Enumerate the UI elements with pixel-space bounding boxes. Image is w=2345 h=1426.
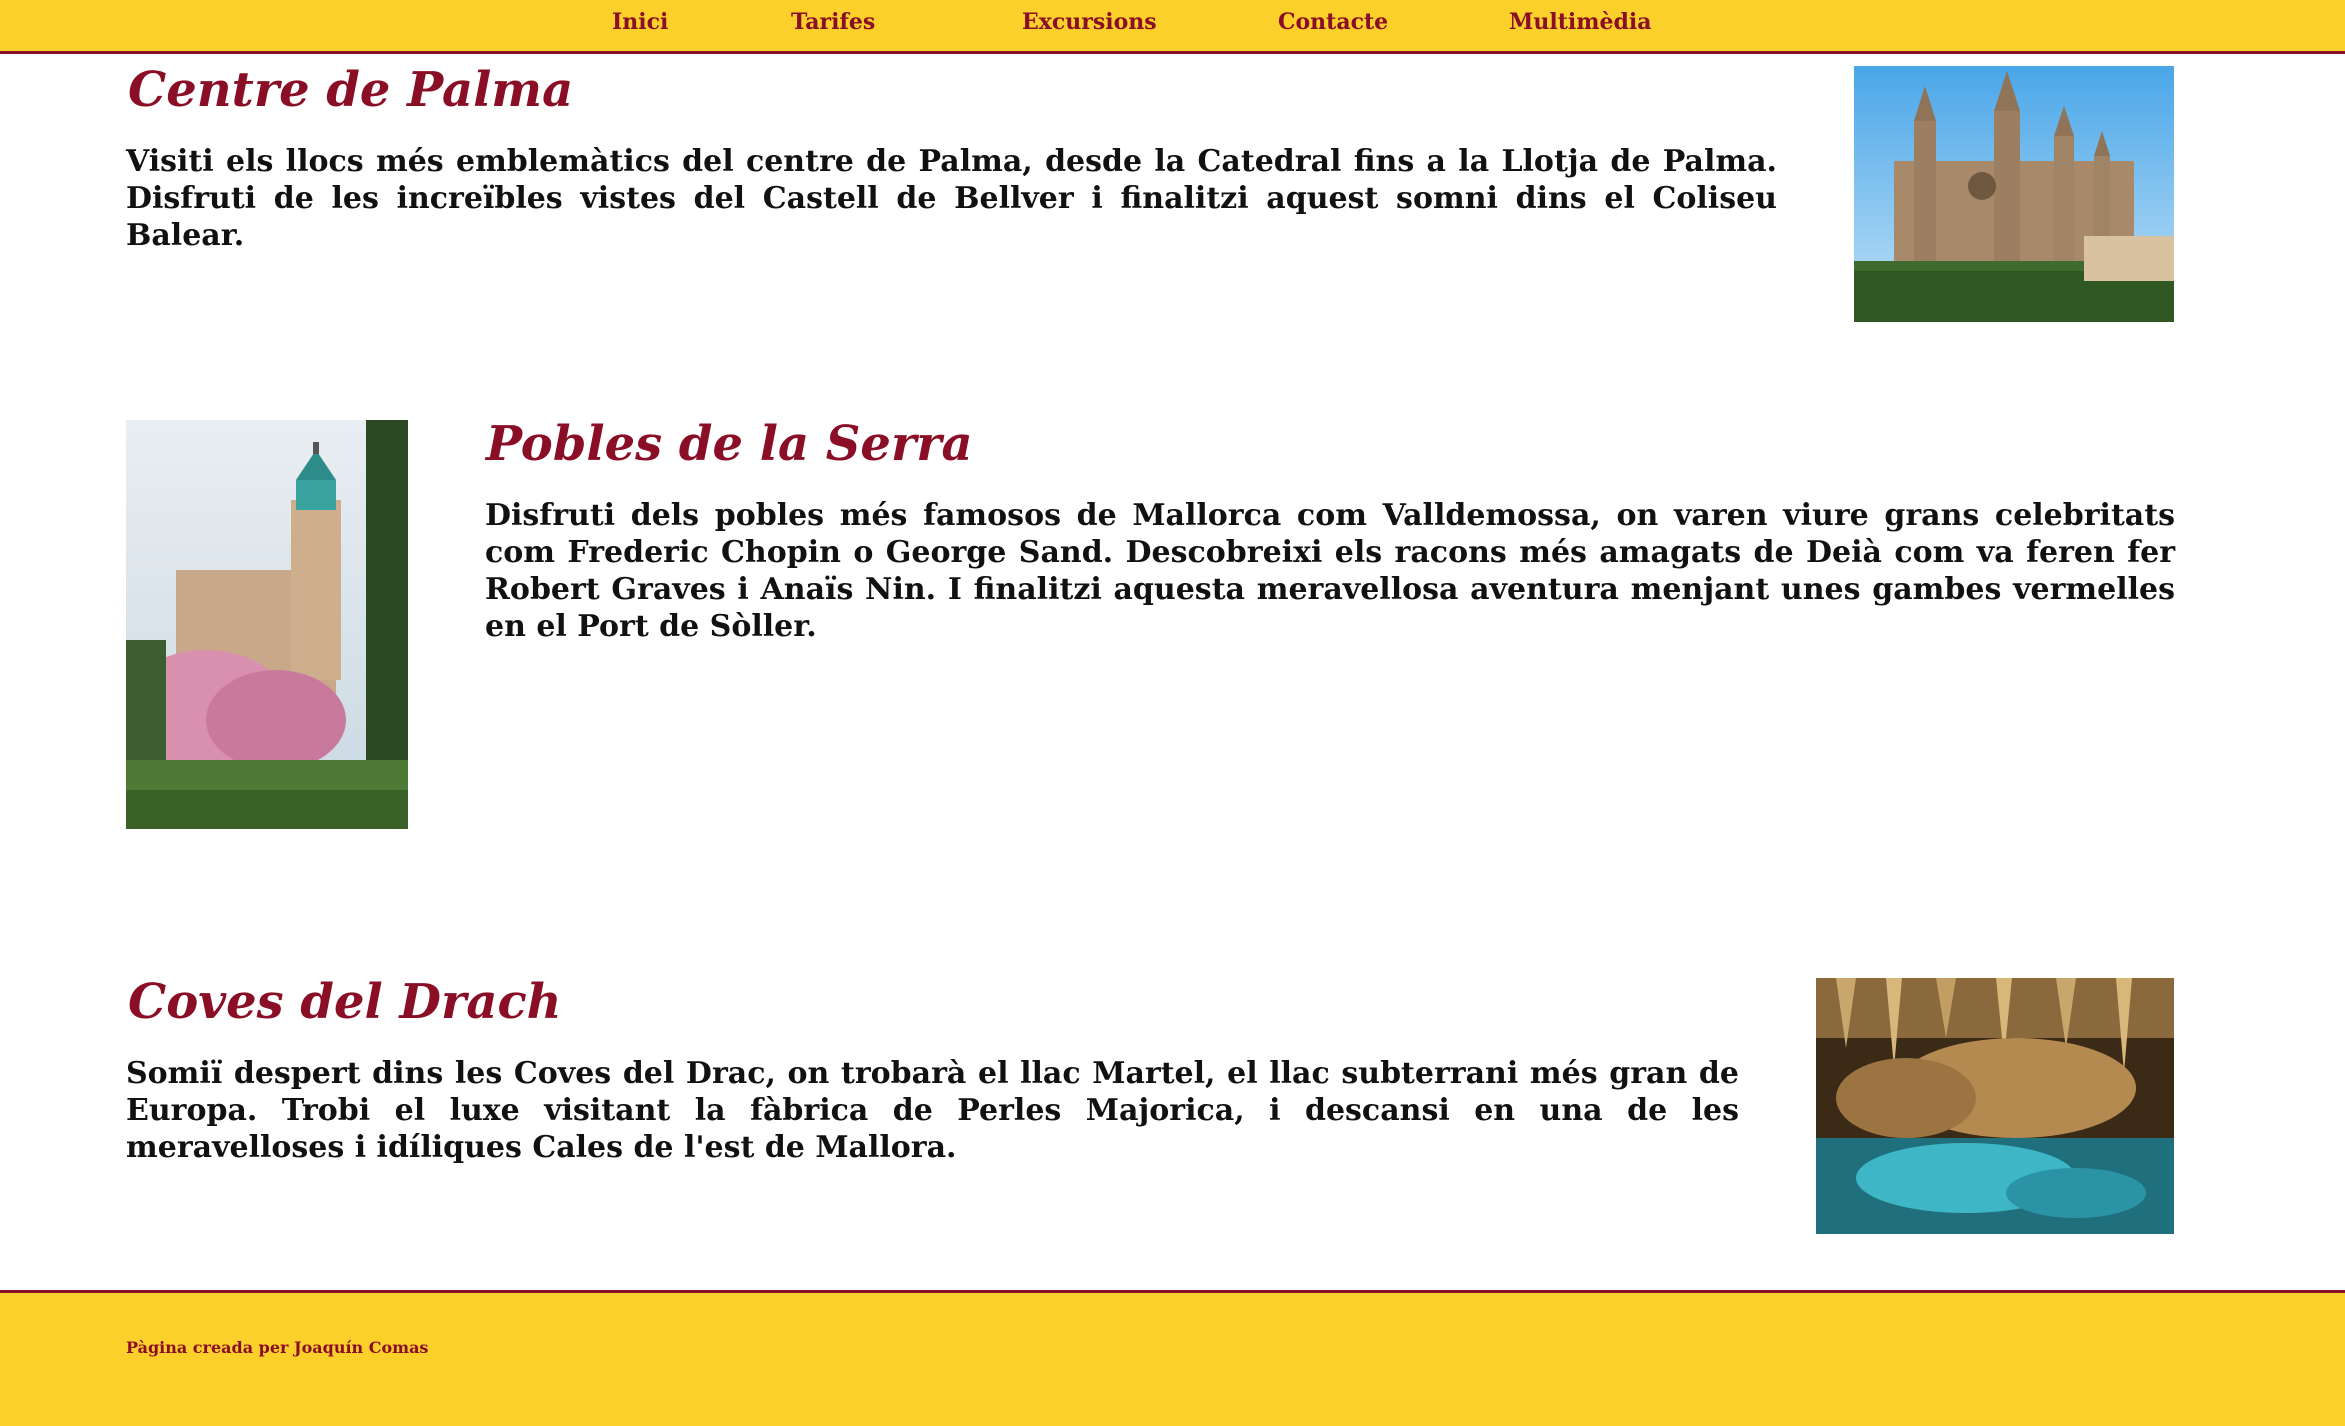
caves-photo — [1816, 978, 2174, 1234]
cathedral-photo — [1854, 66, 2174, 322]
top-navigation-bar: Inici Tarifes Excursions Contacte Multim… — [0, 0, 2345, 54]
valldemossa-photo — [126, 420, 408, 829]
section-title-centre-de-palma: Centre de Palma — [128, 62, 574, 118]
section-title-pobles-de-la-serra: Pobles de la Serra — [486, 416, 973, 472]
nav-link-contacte[interactable]: Contacte — [1278, 9, 1388, 35]
nav-link-excursions[interactable]: Excursions — [1022, 9, 1157, 35]
footer-credit: Pàgina creada per Joaquín Comas — [126, 1338, 429, 1357]
nav-link-inici[interactable]: Inici — [612, 9, 668, 35]
section-text-coves-del-drach: Somiï despert dins les Coves del Drac, o… — [126, 1056, 1739, 1165]
section-title-coves-del-drach: Coves del Drach — [128, 974, 562, 1030]
section-text-pobles-de-la-serra: Disfruti dels pobles més famosos de Mall… — [485, 498, 2175, 644]
nav-link-multimedia[interactable]: Multimèdia — [1509, 9, 1652, 35]
page-footer: Pàgina creada per Joaquín Comas — [0, 1290, 2345, 1426]
section-text-centre-de-palma: Visiti els llocs més emblemàtics del cen… — [126, 144, 1777, 253]
nav-link-tarifes[interactable]: Tarifes — [791, 9, 875, 35]
